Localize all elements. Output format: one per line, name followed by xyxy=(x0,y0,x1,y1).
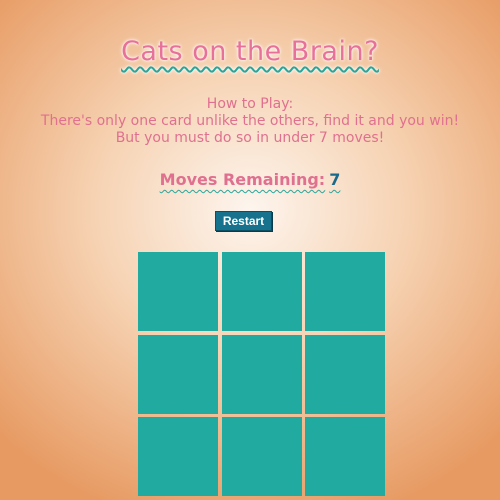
instructions-heading: How to Play: xyxy=(206,96,294,112)
game-title: Cats on the Brain? xyxy=(0,36,500,67)
restart-button[interactable]: Restart xyxy=(215,211,272,231)
card-8[interactable] xyxy=(221,417,302,496)
moves-label: Moves Remaining: xyxy=(159,170,326,189)
moves-value: 7 xyxy=(329,170,341,189)
card-3[interactable] xyxy=(305,252,385,331)
card-6[interactable] xyxy=(305,334,385,414)
card-7[interactable] xyxy=(138,417,218,496)
card-1[interactable] xyxy=(138,252,218,331)
card-9[interactable] xyxy=(305,417,385,496)
instructions-line-2: But you must do so in under 7 moves! xyxy=(115,130,385,146)
instructions-line-1: There's only one card unlike the others,… xyxy=(40,113,460,129)
game-title-text: Cats on the Brain? xyxy=(121,36,379,67)
instructions: How to Play: There's only one card unlik… xyxy=(0,96,500,147)
moves-counter: Moves Remaining: 7 xyxy=(0,170,500,189)
card-5[interactable] xyxy=(221,334,302,414)
card-4[interactable] xyxy=(138,334,218,414)
card-grid xyxy=(138,252,385,496)
card-2[interactable] xyxy=(221,252,302,331)
